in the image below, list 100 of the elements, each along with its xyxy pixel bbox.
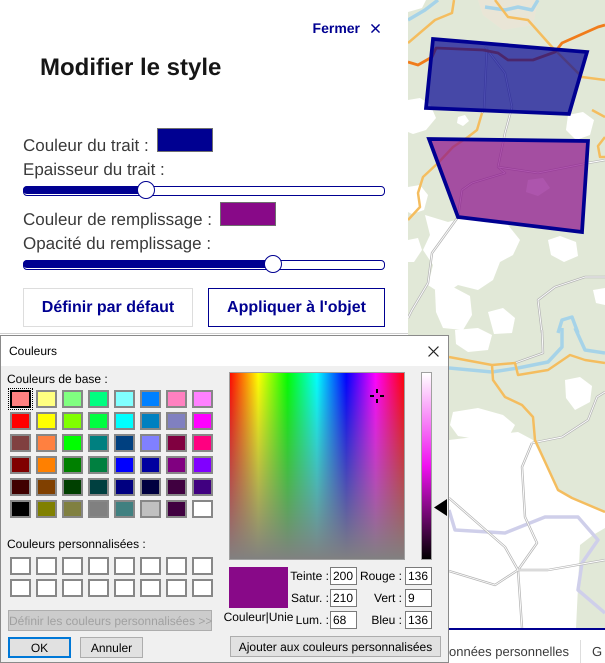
color-swatch[interactable] [62,579,83,597]
color-swatch[interactable] [192,500,213,518]
color-swatch[interactable] [10,557,31,575]
color-swatch[interactable] [166,456,187,474]
color-swatch[interactable] [114,456,135,474]
color-swatch[interactable] [10,500,31,518]
color-swatch[interactable] [140,390,161,408]
color-swatch[interactable] [114,478,135,496]
slider-thumb[interactable] [137,181,156,199]
color-swatch[interactable] [88,390,109,408]
slider-thumb[interactable] [264,255,282,273]
color-swatch[interactable] [140,434,161,452]
color-swatch[interactable] [88,579,109,597]
close-button[interactable] [426,344,440,358]
color-swatch[interactable] [88,434,109,452]
color-swatch[interactable] [36,412,57,430]
default-button[interactable]: Définir par défaut [23,288,193,327]
color-swatch[interactable] [192,456,213,474]
color-swatch[interactable] [62,390,83,408]
number-field[interactable]: 68 [330,611,357,629]
color-swatch[interactable] [166,579,187,597]
color-swatch[interactable] [36,456,57,474]
color-swatch[interactable] [114,434,135,452]
color-swatch[interactable] [140,478,161,496]
slider-track[interactable] [23,255,385,273]
color-swatch[interactable] [88,557,109,575]
field-label: Couleur de remplissage : [23,209,212,231]
color-swatch[interactable] [114,390,135,408]
number-field[interactable]: 210 [330,589,357,607]
color-swatch[interactable] [36,390,57,408]
color-swatch[interactable] [192,434,213,452]
color-swatch[interactable] [36,478,57,496]
color-swatch[interactable] [140,412,161,430]
color-swatch[interactable] [62,456,83,474]
color-swatch[interactable] [10,456,31,474]
color-swatch[interactable] [140,456,161,474]
number-field[interactable]: 9 [405,589,432,607]
field-label: Epaisseur du trait : [23,159,165,181]
color-swatch[interactable] [10,434,31,452]
color-swatch[interactable] [140,557,161,575]
luminance-slider[interactable] [421,372,447,560]
apply-button[interactable]: Appliquer à l'objet [208,288,385,327]
footer-link[interactable]: onnées personnelles [449,644,569,659]
color-swatch[interactable] [62,500,83,518]
color-swatch[interactable] [166,390,187,408]
color-swatch[interactable] [36,434,57,452]
field-label: Teinte : [290,569,329,583]
color-swatch[interactable] [192,390,213,408]
add-custom-color-button[interactable]: Ajouter aux couleurs personnalisées [230,636,441,657]
slider-track[interactable] [23,181,385,199]
color-swatch[interactable] [62,412,83,430]
close-button[interactable]: Fermer [312,18,380,38]
color-swatch[interactable] [166,557,187,575]
color-swatch[interactable] [36,579,57,597]
color-swatch[interactable] [192,557,213,575]
land-patch [566,112,594,140]
close-icon [428,346,438,356]
cancel-button[interactable]: Annuler [80,637,143,658]
river-line [484,0,540,12]
color-swatch[interactable] [192,412,213,430]
color-swatch[interactable] [114,500,135,518]
color-swatch[interactable] [192,478,213,496]
number-field[interactable]: 200 [330,567,357,585]
slider-arrow-icon[interactable] [434,498,447,516]
land-patch [593,288,605,305]
color-swatch[interactable] [62,478,83,496]
color-swatch[interactable] [166,500,187,518]
color-swatch[interactable] [156,128,213,152]
road-line [591,108,605,118]
color-swatch[interactable] [192,579,213,597]
number-field[interactable]: 136 [405,611,432,629]
color-swatch[interactable] [140,579,161,597]
color-swatch[interactable] [10,390,31,408]
color-swatch[interactable] [36,500,57,518]
close-icon [371,24,380,32]
town-area [478,0,538,30]
color-swatch[interactable] [166,434,187,452]
color-swatch[interactable] [10,412,31,430]
ok-button[interactable]: OK [8,637,71,658]
color-swatch[interactable] [114,557,135,575]
color-spectrum[interactable] [229,372,405,560]
color-swatch[interactable] [88,500,109,518]
panel-title: Modifier le style [40,53,222,83]
color-swatch[interactable] [36,557,57,575]
color-swatch[interactable] [220,202,276,226]
color-swatch[interactable] [62,557,83,575]
color-swatch[interactable] [114,412,135,430]
number-field[interactable]: 136 [405,567,432,585]
color-swatch[interactable] [166,478,187,496]
color-swatch[interactable] [140,500,161,518]
color-swatch[interactable] [166,412,187,430]
color-swatch[interactable] [10,478,31,496]
footer-link[interactable]: G [592,644,602,659]
color-swatch[interactable] [10,579,31,597]
color-swatch[interactable] [88,412,109,430]
field-label: Lum. : [296,613,329,627]
color-swatch[interactable] [62,434,83,452]
color-swatch[interactable] [114,579,135,597]
color-swatch[interactable] [88,456,109,474]
color-swatch[interactable] [88,478,109,496]
